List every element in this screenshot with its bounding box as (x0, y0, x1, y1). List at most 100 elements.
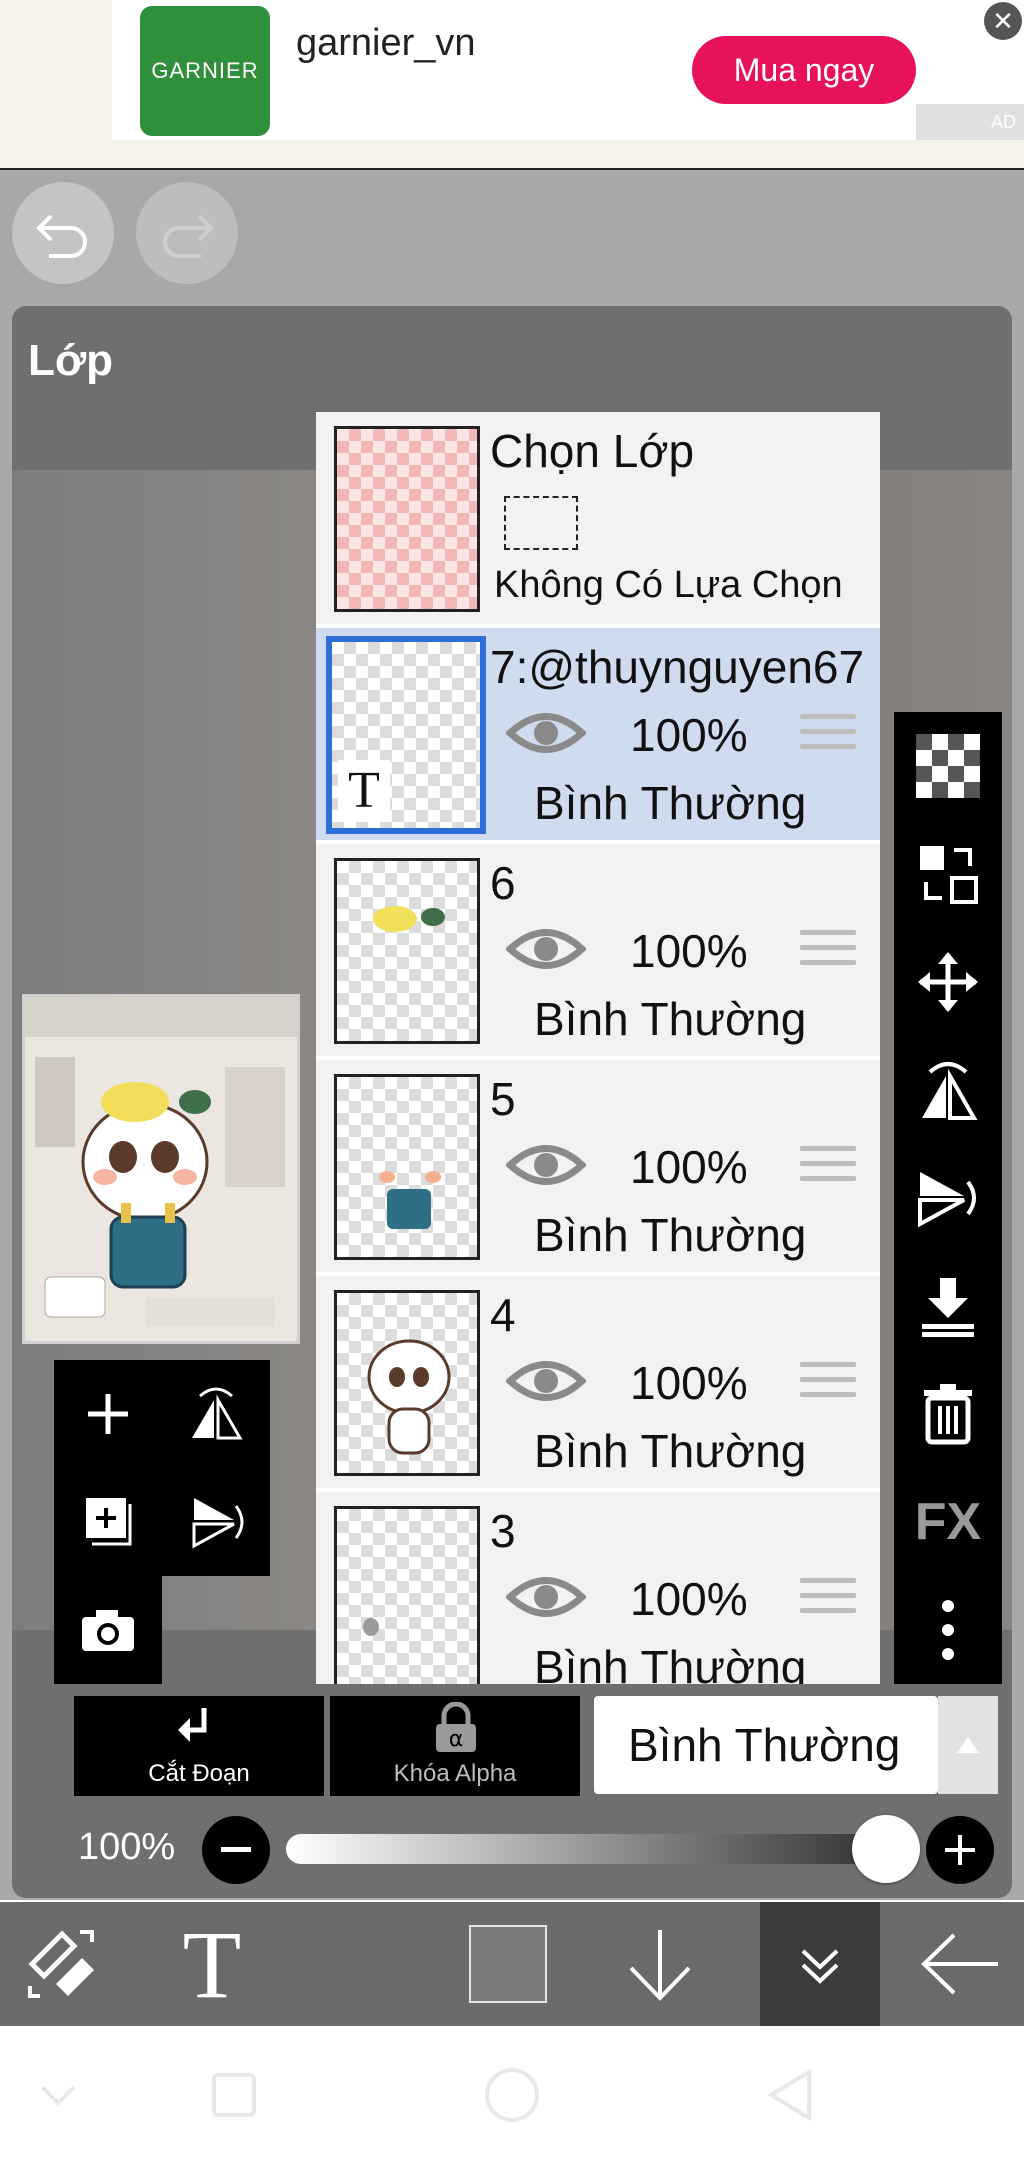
selection-title: Chọn Lớp (490, 425, 695, 477)
blend-mode-value: Bình Thường (628, 1719, 901, 1771)
transfer-button[interactable] (894, 820, 1002, 928)
drag-handle-icon[interactable] (800, 930, 856, 976)
add-layer-button[interactable] (54, 1360, 162, 1468)
blend-dropdown-toggle[interactable] (938, 1696, 998, 1794)
layer-opacity: 100% (630, 1573, 748, 1625)
flip-vertical-button[interactable] (162, 1468, 270, 1576)
nav-home-icon[interactable] (472, 2060, 552, 2130)
layer-blend-mode: Bình Thường (534, 1209, 807, 1261)
double-chevron-down-icon (801, 1949, 839, 1984)
canvas-preview[interactable] (22, 994, 300, 1344)
opacity-increase-button[interactable] (926, 1816, 994, 1884)
visibility-eye-icon[interactable] (506, 922, 586, 976)
merge-down-button[interactable] (894, 1252, 1002, 1360)
ad-banner[interactable]: GARNIER garnier_vn Mua ngay ✕ AD (0, 0, 1024, 170)
lock-icon: α (436, 1702, 476, 1752)
layer-thumbnail (334, 1074, 480, 1260)
undo-button[interactable] (12, 182, 114, 284)
checker-icon (916, 734, 980, 798)
merge-down-icon (922, 1278, 974, 1337)
checker-button[interactable] (894, 712, 1002, 820)
layers-toggle-button[interactable] (760, 1902, 880, 2026)
camera-icon (82, 1610, 134, 1651)
color-swatch-button[interactable] (448, 1902, 568, 2026)
nav-recents-icon[interactable] (194, 2060, 274, 2130)
move-down-button[interactable] (600, 1902, 720, 2026)
back-button[interactable] (900, 1902, 1020, 2026)
delete-layer-button[interactable] (894, 1360, 1002, 1468)
layer-opacity: 100% (630, 709, 748, 761)
flip-vertical-button[interactable] (894, 1144, 1002, 1252)
alpha-lock-label: Khóa Alpha (393, 1760, 517, 1787)
opacity-slider-handle[interactable] (852, 1815, 920, 1883)
duplicate-layer-button[interactable] (54, 1468, 162, 1576)
ad-close-icon[interactable]: ✕ (984, 2, 1022, 40)
arrow-down-icon (629, 1930, 691, 2001)
ad-tag: AD (916, 104, 1024, 140)
layer-row[interactable]: 6 100% Bình Thường (316, 844, 880, 1056)
left-toolbar (54, 1360, 270, 1684)
layers-list[interactable]: Chọn Lớp Không Có Lựa Chọn T 7:@thuynguy… (316, 412, 880, 1684)
plus-icon (945, 1835, 975, 1865)
trash-icon (924, 1384, 972, 1445)
opacity-slider-track[interactable] (286, 1834, 906, 1864)
clipping-arrow-icon (178, 1708, 207, 1742)
text-tool-button[interactable]: T (152, 1902, 272, 2026)
layer-name: 3 (490, 1505, 516, 1557)
layer-row[interactable]: 4 100% Bình Thường (316, 1276, 880, 1488)
visibility-eye-icon[interactable] (506, 1138, 586, 1192)
visibility-eye-icon[interactable] (506, 1570, 586, 1624)
blend-mode-select[interactable]: Bình Thường (594, 1696, 938, 1794)
move-button[interactable] (894, 928, 1002, 1036)
flip-vertical-icon (918, 1172, 976, 1228)
layer-opacity: 100% (630, 925, 748, 977)
nav-back-icon[interactable] (750, 2060, 830, 2130)
transform-icon (28, 1930, 94, 1998)
nav-collapse-icon[interactable] (18, 2060, 98, 2130)
arrow-left-icon (921, 1933, 998, 1995)
layer-name: 5 (490, 1073, 516, 1125)
layer-name: 4 (490, 1289, 516, 1341)
move-icon (918, 952, 978, 1012)
layer-thumbnail: T (326, 636, 486, 834)
flip-horizontal-icon (192, 1387, 243, 1440)
drag-handle-icon[interactable] (800, 1146, 856, 1192)
redo-button[interactable] (136, 182, 238, 284)
drag-handle-icon[interactable] (800, 1578, 856, 1624)
layer-thumbnail (334, 1506, 480, 1684)
camera-button[interactable] (54, 1576, 162, 1684)
transform-tool-button[interactable] (2, 1902, 122, 2026)
layer-row[interactable]: T 7:@thuynguyen67 100% Bình Thường (316, 628, 880, 840)
drag-handle-icon[interactable] (800, 714, 856, 760)
drag-handle-icon[interactable] (800, 1362, 856, 1408)
flip-horizontal-button[interactable] (894, 1036, 1002, 1144)
selection-thumbnail (334, 426, 480, 612)
selection-marquee-icon (504, 496, 578, 550)
more-icon (942, 1600, 954, 1660)
visibility-eye-icon[interactable] (506, 1354, 586, 1408)
fx-icon[interactable]: FX (894, 1468, 1002, 1576)
layer-thumbnail (334, 1290, 480, 1476)
visibility-eye-icon[interactable] (506, 706, 586, 760)
flip-vertical-icon (192, 1498, 244, 1549)
flip-layer-button[interactable] (162, 1360, 270, 1468)
layer-row[interactable]: 5 100% Bình Thường (316, 1060, 880, 1272)
more-button[interactable] (894, 1576, 1002, 1684)
clipping-button[interactable]: Cắt Đoạn (74, 1696, 324, 1796)
preview-illustration (25, 997, 297, 1341)
alpha-lock-button[interactable]: α Khóa Alpha (330, 1696, 580, 1796)
selection-status: Không Có Lựa Chọn (494, 564, 843, 606)
layer-name: 7:@thuynguyen67 (490, 641, 865, 693)
ad-brand-logo[interactable]: GARNIER (140, 6, 270, 136)
opacity-decrease-button[interactable] (202, 1816, 270, 1884)
ad-account-name[interactable]: garnier_vn (296, 22, 476, 65)
transfer-icon (920, 846, 978, 904)
layer-row[interactable]: 3 100% Bình Thường (316, 1492, 880, 1684)
system-navigation-bar (0, 2026, 1024, 2162)
clipping-label: Cắt Đoạn (148, 1760, 250, 1787)
current-color-swatch (469, 1925, 547, 2003)
caret-up-icon (957, 1737, 979, 1753)
ad-cta-button[interactable]: Mua ngay (692, 36, 916, 104)
selection-layer-row[interactable]: Chọn Lớp Không Có Lựa Chọn (316, 412, 880, 624)
svg-text:α: α (449, 1727, 464, 1752)
